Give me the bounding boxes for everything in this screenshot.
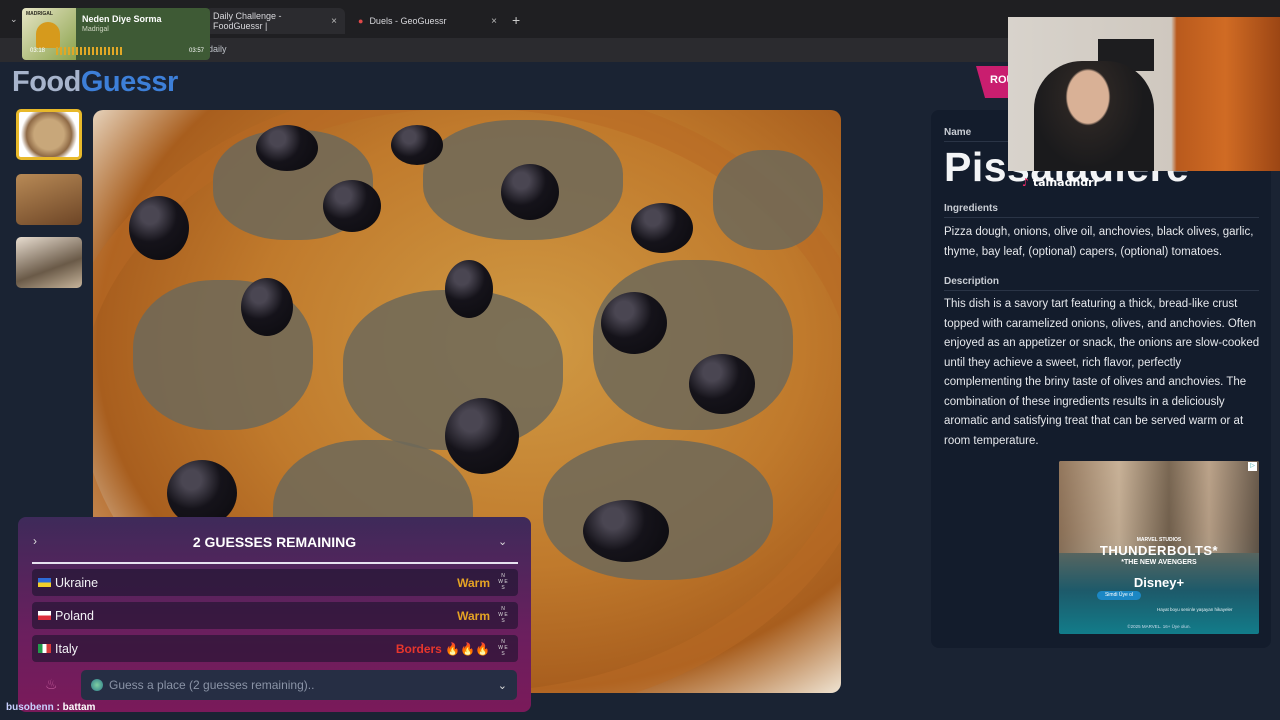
- music-widget: MADRIGAL Neden Diye Sorma Madrigal 03:18…: [22, 8, 210, 60]
- tab-close-icon[interactable]: ×: [331, 16, 337, 27]
- ingredients-text: Pizza dough, onions, olive oil, anchovie…: [944, 226, 1254, 258]
- description-text: This dish is a savory tart featuring a t…: [944, 298, 1260, 447]
- olive: [241, 278, 293, 336]
- album-figure: [36, 22, 60, 48]
- tiktok-icon: ♪: [1022, 176, 1030, 189]
- olive: [391, 125, 443, 165]
- streamer: [1034, 61, 1154, 171]
- tab-label: Daily Challenge - FoodGuessr |: [213, 11, 282, 31]
- compass-icon: NW ES: [498, 639, 508, 657]
- divider: [944, 290, 1259, 291]
- song-artist: Madrigal: [82, 26, 109, 33]
- chevron-down-icon[interactable]: ⌄: [498, 679, 507, 692]
- italy-flag-icon: [38, 644, 51, 653]
- total-time: 03:57: [188, 48, 204, 54]
- poland-flag-icon: [38, 611, 51, 620]
- name-label: Name: [944, 127, 972, 138]
- compass-icon: NW ES: [498, 606, 508, 624]
- photo-thumbnail-2[interactable]: [16, 174, 82, 225]
- album-label: MADRIGAL: [26, 11, 53, 17]
- chat-text: : battam: [53, 702, 96, 713]
- guess-status: Warm: [457, 608, 490, 623]
- ingredients-label: Ingredients: [944, 203, 998, 214]
- guess-status: Warm: [457, 575, 490, 590]
- chat-user: busobenn: [6, 702, 54, 713]
- guess-row: Poland Warm NW ES: [32, 602, 518, 629]
- olive: [601, 292, 667, 354]
- olive: [631, 203, 693, 253]
- ad-subtitle: *THE NEW AVENGERS: [1121, 559, 1197, 566]
- olive: [445, 398, 519, 474]
- logo-guessr: Guessr: [80, 66, 178, 98]
- audio-visualizer: [56, 47, 124, 55]
- ad-cta-button[interactable]: Simdi Üye ol: [1097, 591, 1141, 600]
- tab-close-icon[interactable]: ×: [491, 16, 497, 27]
- ad-tagline: Hayat boyu seninle yaşayan hikayeler: [1157, 607, 1233, 612]
- tab-duels[interactable]: ● Duels - GeoGuessr ×: [350, 8, 505, 34]
- guess-country: Italy: [55, 641, 78, 656]
- tiktok-handle-text: talhadndrr: [1032, 176, 1100, 189]
- description-label: Description: [944, 276, 1000, 287]
- olive: [129, 196, 189, 260]
- logo-food: Food: [12, 66, 81, 98]
- elapsed-time: 03:18: [30, 48, 46, 54]
- ukraine-flag-icon: [38, 578, 51, 587]
- guess-input[interactable]: Guess a place (2 guesses remaining).. ⌄: [81, 670, 517, 700]
- guess-country: Ukraine: [55, 575, 99, 590]
- tiktok-handle: ♪ talhadndrr: [1022, 176, 1099, 189]
- ad-copyright: ©2025 MARVEL. 16+ Üye olun.: [1127, 624, 1191, 629]
- geoguessr-pin-icon: ●: [358, 16, 364, 26]
- address-text[interactable]: daily: [208, 44, 227, 54]
- guess-status: Borders 🔥🔥🔥: [395, 641, 490, 656]
- new-tab-button[interactable]: +: [512, 12, 520, 28]
- guesses-remaining-header: 2 GUESSES REMAINING: [192, 534, 357, 550]
- tab-list-chevron-icon[interactable]: ⌄: [10, 14, 18, 25]
- olive: [445, 260, 493, 318]
- tab-label: Duels - GeoGuessr: [369, 16, 447, 26]
- foodguessr-logo[interactable]: FoodGuessr: [12, 66, 178, 99]
- olive: [689, 354, 755, 414]
- compass-icon: NW ES: [498, 573, 508, 591]
- photo-thumbnail-1[interactable]: [16, 109, 82, 160]
- advertisement[interactable]: MARVEL STUDIOS THUNDERBOLTS* *THE NEW AV…: [1059, 461, 1259, 634]
- olive: [501, 164, 559, 220]
- guess-country: Poland: [55, 608, 94, 623]
- ad-info-icon[interactable]: ▷: [1248, 462, 1257, 471]
- ad-service-logo: Disney+: [1133, 575, 1185, 590]
- olive: [323, 180, 381, 232]
- olive: [256, 125, 318, 171]
- chevron-down-icon[interactable]: ⌄: [498, 535, 507, 548]
- guess-row: Italy Borders 🔥🔥🔥 NW ES: [32, 635, 518, 662]
- webcam-overlay: [1008, 17, 1280, 171]
- hint-icon[interactable]: ♨: [45, 676, 61, 694]
- tab-daily-challenge[interactable]: Daily Challenge - FoodGuessr | ×: [205, 8, 345, 34]
- chat-message: busobenn : battam: [6, 702, 95, 713]
- song-title: Neden Diye Sorma: [82, 14, 162, 24]
- globe-icon: [91, 679, 103, 691]
- olive: [583, 500, 669, 562]
- guess-input-placeholder: Guess a place (2 guesses remaining)..: [109, 678, 315, 692]
- photo-thumbnail-3[interactable]: [16, 237, 82, 288]
- ad-title: THUNDERBOLTS*: [1099, 543, 1219, 558]
- divider: [944, 217, 1259, 218]
- guess-row: Ukraine Warm NW ES: [32, 569, 518, 596]
- anchovy-paste: [713, 150, 823, 250]
- divider: [32, 562, 518, 564]
